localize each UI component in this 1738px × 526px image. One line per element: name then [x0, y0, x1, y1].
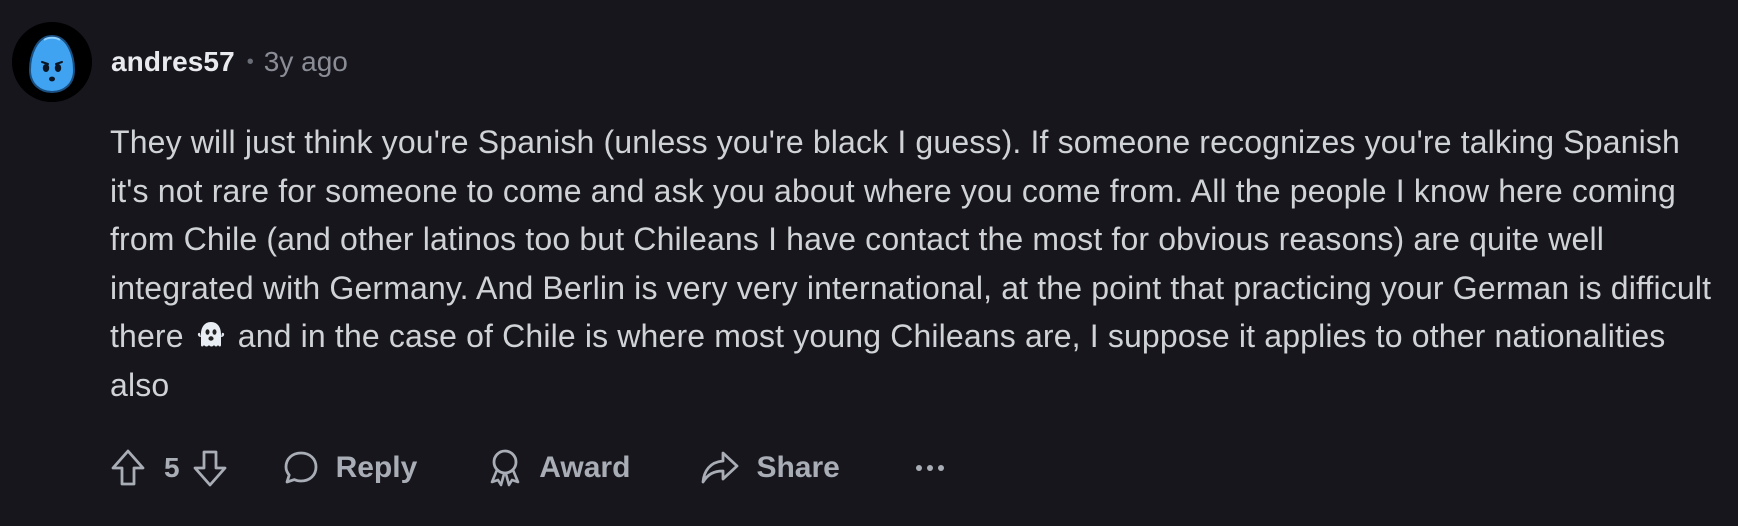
comment-header: andres57 • 3y ago [111, 40, 348, 84]
reply-button[interactable]: Reply [282, 449, 418, 487]
vote-count: 5 [164, 452, 180, 483]
vote-controls: 5 [110, 448, 228, 488]
author-username[interactable]: andres57 [111, 46, 235, 78]
speech-bubble-icon [282, 449, 320, 487]
comment-actions: 5 Reply Award Share [110, 442, 948, 494]
share-arrow-icon [700, 449, 740, 487]
arrow-down-icon[interactable] [192, 448, 228, 488]
award-label: Award [539, 451, 631, 484]
award-ribbon-icon [487, 448, 523, 488]
separator-dot: • [246, 50, 254, 73]
share-label: Share [756, 451, 840, 484]
snoo-avatar-icon [12, 22, 92, 102]
comment: andres57 • 3y ago They will just think y… [0, 0, 1738, 526]
comment-text-part-2: and in the case of Chile is where most y… [110, 318, 1666, 403]
reply-label: Reply [335, 451, 418, 484]
comment-body: They will just think you're Spanish (unl… [110, 118, 1720, 409]
more-options-button[interactable] [912, 459, 948, 477]
ellipsis-icon [912, 459, 948, 477]
avatar[interactable] [12, 22, 92, 102]
timestamp[interactable]: 3y ago [264, 46, 348, 78]
arrow-up-icon[interactable] [110, 448, 146, 488]
award-button[interactable]: Award [487, 448, 630, 488]
share-button[interactable]: Share [700, 449, 840, 487]
comment-text: They will just think you're Spanish (unl… [110, 118, 1720, 409]
ghost-emoji-icon [196, 316, 226, 348]
